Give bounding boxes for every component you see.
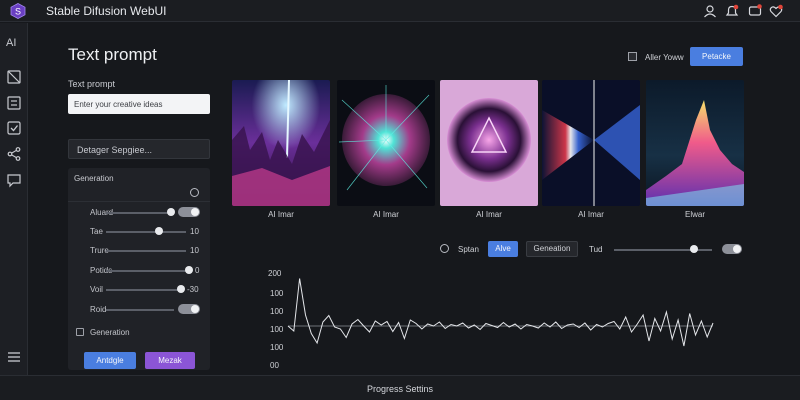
menu-icon[interactable]: [4, 347, 24, 367]
row-label: Tae: [90, 227, 103, 236]
y-tick-label: 100: [270, 289, 284, 298]
gallery-caption: Elwar: [684, 210, 705, 219]
secondary-button[interactable]: Mezak: [145, 352, 195, 369]
slider-track[interactable]: [106, 250, 186, 252]
gallery-caption: AI Imar: [268, 210, 294, 219]
row-value: 0: [195, 266, 200, 275]
gallery-image[interactable]: [232, 80, 330, 206]
inactive-chip[interactable]: Geneation: [526, 241, 578, 257]
after-checkbox[interactable]: [628, 52, 637, 61]
y-tick-label: 100: [270, 343, 284, 352]
slider-knob[interactable]: [690, 245, 698, 253]
y-tick-label: 100: [270, 307, 284, 316]
y-tick-label: 200: [268, 269, 282, 278]
slider-knob[interactable]: [167, 208, 175, 216]
row-label: Roid: [90, 305, 107, 314]
gallery-image[interactable]: [646, 80, 744, 206]
slider-track[interactable]: [106, 212, 172, 214]
checkbox-icon[interactable]: [4, 118, 24, 138]
user-icon[interactable]: [702, 3, 718, 19]
divider: [68, 201, 210, 202]
after-checkbox-label: Aller Yoww: [645, 53, 684, 62]
notification-icon[interactable]: [724, 3, 740, 19]
app-logo-icon: S: [10, 3, 26, 19]
slider-track[interactable]: [106, 270, 188, 272]
row-value: -30: [187, 285, 199, 294]
y-tick-label: 100: [270, 325, 284, 334]
design-select[interactable]: Detager Sepgiee...: [68, 139, 210, 159]
share-icon[interactable]: [4, 144, 24, 164]
row-toggle[interactable]: [178, 304, 200, 314]
prompt-input[interactable]: [68, 94, 210, 114]
slider-knob[interactable]: [177, 285, 185, 293]
gallery-image[interactable]: [542, 80, 640, 206]
top-action-button[interactable]: Petacke: [690, 47, 743, 66]
series-line: [287, 278, 714, 347]
slider-knob[interactable]: [155, 227, 163, 235]
page-title: Text prompt: [68, 45, 157, 64]
slider-knob[interactable]: [185, 266, 193, 274]
sidebar: AI: [0, 23, 28, 375]
gallery-caption: AI Imar: [578, 210, 604, 219]
prompt-label: Text prompt: [68, 79, 116, 89]
generation-radio[interactable]: [190, 188, 199, 197]
active-chip[interactable]: Alve: [488, 241, 518, 257]
generation-checkbox-label: Generation: [90, 328, 130, 337]
top-bar: S Stable Difusion WebUI: [0, 0, 800, 22]
slider-label: Tud: [589, 245, 603, 254]
gallery-image[interactable]: [440, 80, 538, 206]
row-toggle[interactable]: [178, 207, 200, 217]
heart-icon[interactable]: [768, 3, 784, 19]
chat-bubble-icon[interactable]: [4, 170, 24, 190]
chat-icon[interactable]: [747, 3, 763, 19]
control-toggle[interactable]: [722, 244, 742, 254]
gallery-caption: AI Imar: [476, 210, 502, 219]
option-label: Sptan: [458, 245, 479, 254]
sidebar-ai-label[interactable]: AI: [6, 37, 16, 49]
row-label: Voil: [90, 285, 103, 294]
generation-panel: Generation Aluard Tae 10 Trure 10 Potids…: [68, 168, 210, 370]
gallery-caption: AI Imar: [373, 210, 399, 219]
slider-track[interactable]: [106, 289, 180, 291]
slider-track[interactable]: [106, 231, 186, 233]
app-title: Stable Difusion WebUI: [46, 4, 167, 18]
bottom-bar: Progress Settins: [0, 375, 800, 400]
option-radio[interactable]: [440, 244, 449, 253]
slider-track[interactable]: [106, 309, 174, 311]
list-icon[interactable]: [4, 93, 24, 113]
gallery-image[interactable]: [337, 80, 435, 206]
row-value: 10: [190, 227, 199, 236]
row-value: 10: [190, 246, 199, 255]
image-icon[interactable]: [4, 67, 24, 87]
generation-checkbox[interactable]: [76, 328, 84, 336]
waveform-chart: 200 100 100 100 100 00: [268, 269, 714, 370]
primary-button[interactable]: Antdgle: [84, 352, 136, 369]
svg-text:S: S: [15, 7, 21, 17]
progress-settings[interactable]: Progress Settins: [0, 384, 800, 394]
generation-title: Generation: [74, 174, 114, 183]
y-tick-label: 00: [270, 361, 279, 370]
